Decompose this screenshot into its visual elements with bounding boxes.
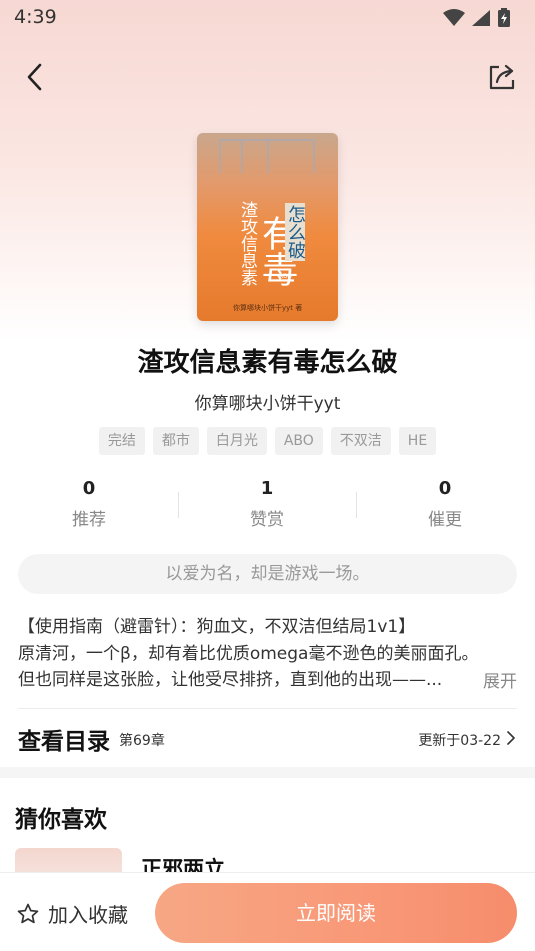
recommend-title: 猜你喜欢	[15, 807, 107, 833]
book-intro[interactable]: 【使用指南（避雷针）：狗血文，不双洁但结局1v1】 原清河，一个β，却有着比优质…	[18, 614, 518, 694]
stat-label: 赞赏	[250, 510, 284, 530]
cover-title-right: 怎么破	[285, 203, 306, 261]
tag-item[interactable]: ABO	[274, 427, 323, 455]
stat-urge[interactable]: 0 催更	[356, 478, 534, 530]
stat-label: 催更	[428, 510, 462, 530]
back-button[interactable]	[20, 60, 52, 96]
stat-value: 1	[260, 478, 274, 499]
read-now-button[interactable]: 立即阅读	[155, 883, 517, 943]
stat-recommend[interactable]: 0 推荐	[0, 478, 178, 530]
battery-icon	[498, 8, 510, 27]
section-separator	[0, 767, 535, 778]
star-icon	[17, 903, 39, 923]
cover-title-left: 渣攻信息素	[237, 201, 257, 286]
cover-abo-mark: ABO	[279, 273, 292, 280]
add-favorite-label: 加入收藏	[48, 903, 128, 927]
tag-item[interactable]: 完结	[98, 427, 145, 455]
cover-author-mark: 你算哪块小饼干yyt 著	[233, 304, 303, 312]
cover-window-bar	[241, 139, 243, 173]
intro-line: 【使用指南（避雷针）：狗血文，不双洁但结局1v1】	[18, 617, 416, 637]
divider	[18, 708, 517, 709]
stat-value: 0	[438, 478, 452, 499]
tag-item[interactable]: 不双洁	[330, 427, 391, 455]
book-title: 渣攻信息素有毒怎么破	[137, 348, 398, 378]
book-detail-screen: 4:39 渣攻信息素 有毒 怎么破 ABO 你算哪块小饼干yyt 著 渣攻信息素…	[0, 0, 535, 951]
expand-intro-button[interactable]: 展开	[483, 667, 517, 692]
chevron-right-icon	[507, 731, 515, 745]
tag-list: 完结 都市 白月光 ABO 不双洁 HE	[0, 427, 535, 455]
catalog-chapter-count: 第69章	[119, 733, 165, 749]
tag-item[interactable]: 白月光	[206, 427, 267, 455]
stats-row: 0 推荐 1 赞赏 0 催更	[0, 478, 535, 538]
intro-line: 原清河，一个β，却有着比优质omega毫不逊色的美丽面孔。	[18, 643, 479, 664]
cover-window-bar	[267, 139, 269, 173]
bottom-action-bar: 加入收藏 立即阅读	[0, 872, 535, 951]
book-slogan: 以爱为名，却是游戏一场。	[18, 554, 517, 594]
share-icon	[489, 64, 515, 90]
stat-label: 推荐	[72, 510, 106, 530]
status-time: 4:39	[14, 6, 57, 28]
stat-reward[interactable]: 1 赞赏	[178, 478, 356, 530]
back-arrow-icon	[27, 63, 42, 91]
book-cover[interactable]: 渣攻信息素 有毒 怎么破 ABO 你算哪块小饼干yyt 著	[197, 133, 338, 321]
status-bar: 4:39	[0, 0, 535, 36]
stat-value: 0	[82, 478, 96, 499]
catalog-row[interactable]: 查看目录 第69章 更新于03-22	[18, 720, 517, 760]
share-button[interactable]	[485, 60, 519, 94]
catalog-title: 查看目录	[18, 729, 110, 755]
add-favorite-button[interactable]: 加入收藏	[16, 899, 128, 928]
book-author[interactable]: 你算哪块小饼干yyt	[0, 389, 535, 414]
status-icons	[443, 8, 511, 28]
catalog-updated: 更新于03-22	[418, 733, 501, 749]
signal-icon	[472, 10, 490, 26]
wifi-icon	[443, 9, 465, 26]
intro-line: 但也同样是这张脸，让他受尽排挤，直到他的出现——...	[18, 670, 443, 690]
tag-item[interactable]: 都市	[152, 427, 199, 455]
tag-item[interactable]: HE	[398, 427, 437, 455]
